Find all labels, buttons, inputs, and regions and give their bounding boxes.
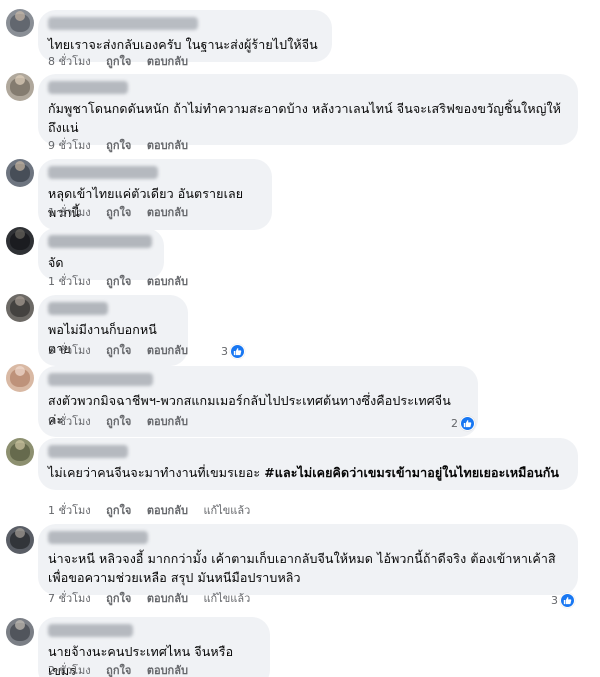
- comment-bubble: กัมพูชาโดนกดดันหนัก ถ้าไม่ทำความสะอาดบ้า…: [38, 74, 578, 145]
- reply-button[interactable]: ตอบกลับ: [147, 205, 188, 221]
- avatar[interactable]: [6, 438, 34, 466]
- hashtag-link[interactable]: #และไม่เคยคิดว่าเขมรเข้ามาอยู่ในไทยเยอะเ…: [264, 465, 559, 480]
- author-name[interactable]: [48, 81, 128, 94]
- like-button[interactable]: ถูกใจ: [106, 343, 131, 359]
- comment-text: น่าจะหนี หลิวจงอี้ มากกว่ามั้ง เค้าตามเก…: [48, 551, 556, 585]
- like-button[interactable]: ถูกใจ: [106, 591, 131, 607]
- comment-meta: 1 ชั่วโมง ถูกใจ ตอบกลับ: [48, 205, 200, 221]
- reply-button[interactable]: ตอบกลับ: [147, 503, 188, 519]
- reply-button[interactable]: ตอบกลับ: [147, 54, 188, 70]
- reply-button[interactable]: ตอบกลับ: [147, 591, 188, 607]
- comment-meta: 8 ชั่วโมง ถูกใจ ตอบกลับ: [48, 54, 200, 70]
- avatar[interactable]: [6, 364, 34, 392]
- timestamp[interactable]: 3 ชั่วโมง: [48, 343, 91, 359]
- reaction-count: 2: [451, 416, 458, 430]
- avatar[interactable]: [6, 227, 34, 255]
- comment-meta: 1 ชั่วโมง ถูกใจ ตอบกลับ: [48, 274, 200, 290]
- reaction-count: 3: [221, 344, 228, 358]
- comment-meta: 9 ชั่วโมง ถูกใจ ตอบกลับ: [48, 414, 200, 430]
- author-name[interactable]: [48, 624, 133, 637]
- like-button[interactable]: ถูกใจ: [106, 54, 131, 70]
- timestamp[interactable]: 9 ชั่วโมง: [48, 138, 91, 154]
- comment-bubble: ไม่เคยว่าคนจีนจะมาทำงานที่เขมรเยอะ #และไ…: [38, 438, 578, 490]
- author-name[interactable]: [48, 302, 108, 315]
- like-button[interactable]: ถูกใจ: [106, 138, 131, 154]
- reply-button[interactable]: ตอบกลับ: [147, 274, 188, 290]
- comment-text: กัมพูชาโดนกดดันหนัก ถ้าไม่ทำความสะอาดบ้า…: [48, 101, 562, 135]
- reply-button[interactable]: ตอบกลับ: [147, 663, 188, 677]
- comment-meta: 3 ชั่วโมง ถูกใจ ตอบกลับ: [48, 343, 200, 359]
- reply-button[interactable]: ตอบกลับ: [147, 414, 188, 430]
- thumbs-up-icon: [560, 592, 575, 608]
- edited-label[interactable]: แก้ไขแล้ว: [203, 503, 250, 519]
- reply-button[interactable]: ตอบกลับ: [147, 343, 188, 359]
- reaction-summary[interactable]: 3: [551, 591, 575, 609]
- timestamp[interactable]: 2 ชั่วโมง: [48, 663, 91, 677]
- timestamp[interactable]: 8 ชั่วโมง: [48, 54, 91, 70]
- comment-text: จัด: [48, 255, 64, 270]
- timestamp[interactable]: 7 ชั่วโมง: [48, 591, 91, 607]
- like-button[interactable]: ถูกใจ: [106, 274, 131, 290]
- avatar[interactable]: [6, 159, 34, 187]
- comment-bubble: น่าจะหนี หลิวจงอี้ มากกว่ามั้ง เค้าตามเก…: [38, 524, 578, 595]
- like-button[interactable]: ถูกใจ: [106, 414, 131, 430]
- avatar[interactable]: [6, 618, 34, 646]
- author-name[interactable]: [48, 166, 158, 179]
- thumbs-up-icon: [460, 415, 475, 431]
- timestamp[interactable]: 1 ชั่วโมง: [48, 205, 91, 221]
- avatar[interactable]: [6, 526, 34, 554]
- reaction-summary[interactable]: 2: [451, 414, 475, 432]
- timestamp[interactable]: 1 ชั่วโมง: [48, 503, 91, 519]
- comment-text: ไทยเราจะส่งกลับเองครับ ในฐานะส่งผู้ร้ายไ…: [48, 37, 318, 52]
- author-name[interactable]: [48, 445, 128, 458]
- comment-text-plain: ไม่เคยว่าคนจีนจะมาทำงานที่เขมรเยอะ: [48, 465, 265, 480]
- like-button[interactable]: ถูกใจ: [106, 503, 131, 519]
- thumbs-up-icon: [230, 343, 245, 359]
- reaction-summary[interactable]: 3: [221, 342, 245, 360]
- author-name[interactable]: [48, 531, 148, 544]
- avatar[interactable]: [6, 294, 34, 322]
- avatar[interactable]: [6, 9, 34, 37]
- comment-meta: 7 ชั่วโมง ถูกใจ ตอบกลับ แก้ไขแล้ว: [48, 591, 262, 607]
- edited-label[interactable]: แก้ไขแล้ว: [203, 591, 250, 607]
- comment-meta: 9 ชั่วโมง ถูกใจ ตอบกลับ: [48, 138, 200, 154]
- comment-bubble: จัด: [38, 228, 164, 280]
- timestamp[interactable]: 1 ชั่วโมง: [48, 274, 91, 290]
- avatar[interactable]: [6, 73, 34, 101]
- comment-meta: 2 ชั่วโมง ถูกใจ ตอบกลับ: [48, 663, 200, 677]
- like-button[interactable]: ถูกใจ: [106, 205, 131, 221]
- author-name[interactable]: [48, 17, 198, 30]
- reply-button[interactable]: ตอบกลับ: [147, 138, 188, 154]
- author-name[interactable]: [48, 235, 152, 248]
- comment-text: ไม่เคยว่าคนจีนจะมาทำงานที่เขมรเยอะ #และไ…: [48, 463, 566, 482]
- author-name[interactable]: [48, 373, 153, 386]
- like-button[interactable]: ถูกใจ: [106, 663, 131, 677]
- reaction-count: 3: [551, 593, 558, 607]
- timestamp[interactable]: 9 ชั่วโมง: [48, 414, 91, 430]
- comment-meta: 1 ชั่วโมง ถูกใจ ตอบกลับ แก้ไขแล้ว: [48, 503, 262, 519]
